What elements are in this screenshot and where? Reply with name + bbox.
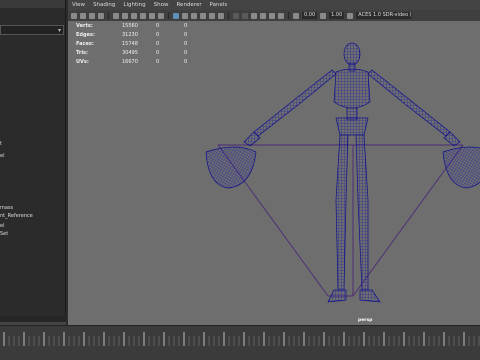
outliner-item[interactable]	[0, 160, 64, 168]
outliner-item[interactable]: el	[0, 222, 64, 230]
outliner-item[interactable]: Set	[0, 230, 64, 238]
time-slider-ticks	[3, 332, 480, 346]
outliner-title-bar	[0, 0, 65, 8]
outliner-scrollbar[interactable]	[0, 316, 66, 322]
outliner-item[interactable]: el	[0, 152, 64, 160]
body-mesh	[243, 42, 461, 303]
outliner-item[interactable]: nt_Reference	[0, 212, 64, 220]
outliner-list: t el mass nt_Reference el Set	[0, 140, 64, 238]
camera-name-label: persp	[358, 318, 373, 323]
outliner-item[interactable]: mass	[0, 204, 64, 212]
outliner-item[interactable]	[0, 168, 64, 176]
outliner-panel: ▾ t el mass nt_Reference el Set	[0, 0, 66, 322]
time-slider[interactable]	[0, 325, 480, 360]
right-basket	[442, 146, 480, 189]
outliner-search-input[interactable]: ▾	[0, 25, 64, 35]
left-basket	[205, 146, 257, 189]
chevron-down-icon[interactable]: ▾	[58, 27, 61, 34]
viewport-panel[interactable]: View Shading Lighting Show Renderer Pane…	[66, 0, 480, 325]
outliner-item[interactable]	[0, 176, 64, 184]
skeleton-wireframe-model[interactable]	[68, 0, 480, 325]
outliner-item[interactable]: t	[0, 140, 64, 148]
